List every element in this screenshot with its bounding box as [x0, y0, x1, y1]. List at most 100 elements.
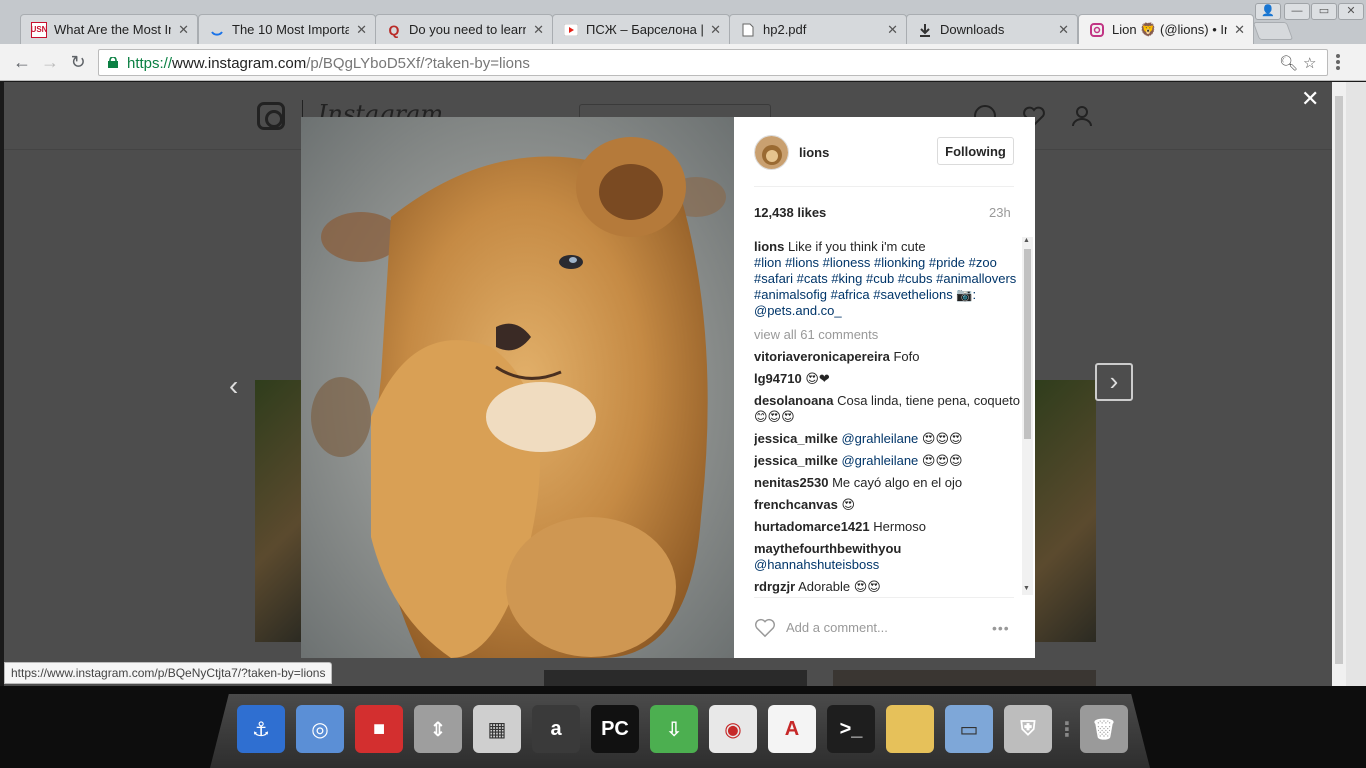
previous-post-arrow-icon[interactable]: ‹ — [229, 370, 238, 402]
scrollbar-thumb[interactable] — [1024, 249, 1031, 439]
close-tab-icon[interactable]: ✕ — [1234, 22, 1245, 38]
tab-label: ПСЖ – Барселона | — [586, 22, 703, 37]
caption-username[interactable]: lions — [754, 239, 784, 254]
comment-text: 😍😍😍 — [921, 431, 963, 446]
comment-username[interactable]: hurtadomarce1421 — [754, 519, 870, 534]
comment-mention[interactable]: @grahleilane — [841, 431, 918, 446]
tab-label: Lion 🦁 (@lions) • Inst — [1112, 21, 1227, 37]
comment-username[interactable]: jessica_milke — [754, 453, 838, 468]
tab-label: What Are the Most Im — [54, 22, 171, 37]
tab-1[interactable]: The 10 Most Importa ✕ — [198, 14, 376, 44]
url-text[interactable]: https://www.instagram.com/p/BQgLYboD5Xf/… — [127, 55, 530, 72]
lion-cub-photo — [301, 117, 734, 658]
view-all-comments-link[interactable]: view all 61 comments — [754, 327, 1020, 342]
minimize-button[interactable]: — — [1284, 3, 1310, 20]
caption: lions Like if you think i'm cute #lion #… — [754, 239, 1020, 319]
comment-item: jessica_milke @grahleilane 😍😍😍 — [754, 431, 1020, 447]
back-button[interactable]: ← — [11, 52, 33, 74]
bookmark-star-icon[interactable]: ☆ — [1303, 54, 1316, 72]
comment-username[interactable]: rdrgzjr — [754, 579, 795, 594]
close-tab-icon[interactable]: ✕ — [887, 22, 898, 38]
add-comment-input[interactable]: Add a comment... — [786, 620, 888, 635]
comment-username[interactable]: desolanoana — [754, 393, 833, 408]
anchor-app-icon[interactable]: ⚓ — [237, 705, 285, 753]
page-scrollbar-thumb[interactable] — [1335, 96, 1343, 664]
close-tab-icon[interactable]: ✕ — [1058, 22, 1069, 38]
tab-6-active[interactable]: Lion 🦁 (@lions) • Inst ✕ — [1078, 14, 1254, 44]
browser-menu-icon[interactable] — [1336, 54, 1340, 72]
tab-3[interactable]: ПСЖ – Барселона | ✕ — [552, 14, 730, 44]
post-age[interactable]: 23h — [989, 205, 1011, 220]
window-manager-icon[interactable]: ▭ — [945, 705, 993, 753]
avatar[interactable] — [754, 135, 789, 170]
comment-username[interactable]: lg94710 — [754, 371, 802, 386]
quora-favicon-icon: Q — [388, 21, 400, 38]
like-heart-icon[interactable] — [754, 618, 776, 638]
page-scrollbar[interactable] — [1332, 82, 1346, 686]
a-app-icon[interactable]: a — [532, 705, 580, 753]
close-modal-icon[interactable]: ✕ — [1301, 86, 1319, 112]
post-username[interactable]: lions — [799, 145, 829, 160]
post-photo[interactable] — [301, 117, 734, 658]
calculator-icon[interactable]: ▦ — [473, 705, 521, 753]
caption-hashtags[interactable]: #lion #lions #lioness #lionking #pride #… — [754, 255, 1020, 319]
terminal-icon[interactable]: >_ — [827, 705, 875, 753]
forward-button[interactable]: → — [39, 52, 61, 74]
separator-icon[interactable]: ⋮ — [1057, 705, 1077, 753]
instagram-logo-icon[interactable] — [257, 102, 285, 130]
post-sidebar: lions Following 12,438 likes 23h lions L… — [734, 117, 1035, 658]
comment-mention[interactable]: @hannahshuteisboss — [754, 557, 879, 572]
profile-person-icon[interactable] — [1070, 104, 1094, 128]
comment-username[interactable]: nenitas2530 — [754, 475, 828, 490]
likes-count[interactable]: 12,438 likes — [754, 205, 826, 220]
comment-username[interactable]: vitoriaveronicapereira — [754, 349, 890, 364]
lock-icon — [108, 57, 118, 68]
close-tab-icon[interactable]: ✕ — [356, 22, 367, 38]
comment-username[interactable]: maythefourthbewithyou — [754, 541, 901, 556]
zoom-icon[interactable]: 🔍︎ — [1279, 54, 1298, 72]
pdf-reader-icon[interactable]: A — [768, 705, 816, 753]
comment-item: maythefourthbewithyou @hannahshuteisboss — [754, 541, 1020, 573]
tab-0[interactable]: USN What Are the Most Im ✕ — [20, 14, 198, 44]
url-scheme: https:// — [127, 55, 173, 72]
comment-mention[interactable]: @grahleilane — [841, 453, 918, 468]
comment-text: Fofo — [893, 349, 920, 364]
comments-scrollbar[interactable]: ▲ ▼ — [1022, 237, 1033, 595]
trash-icon[interactable]: 🗑 — [1080, 705, 1128, 753]
tab-4[interactable]: hp2.pdf ✕ — [729, 14, 907, 44]
comments-list: lions Like if you think i'm cute #lion #… — [754, 239, 1020, 597]
folder-icon[interactable] — [886, 705, 934, 753]
close-tab-icon[interactable]: ✕ — [710, 22, 721, 38]
comment-username[interactable]: frenchcanvas — [754, 497, 838, 512]
shield-icon[interactable]: ⛨ — [1004, 705, 1052, 753]
next-post-arrow-icon[interactable]: › — [1095, 363, 1133, 401]
address-bar[interactable]: https://www.instagram.com/p/BQgLYboD5Xf/… — [98, 49, 1328, 76]
tab-label: Downloads — [940, 22, 1005, 37]
window-frame — [1346, 82, 1366, 686]
more-options-icon[interactable]: ••• — [992, 620, 1010, 636]
pycharm-icon[interactable]: PC — [591, 705, 639, 753]
scroll-tool-icon[interactable]: ⇕ — [414, 705, 462, 753]
download-manager-icon[interactable]: ⇩ — [650, 705, 698, 753]
close-window-button[interactable]: ✕ — [1338, 3, 1364, 20]
profile-icon[interactable]: 👤 — [1255, 3, 1281, 20]
scroll-down-icon[interactable]: ▼ — [1023, 585, 1030, 592]
blender-like-icon[interactable]: ◎ — [296, 705, 344, 753]
maximize-button[interactable]: ▭ — [1311, 3, 1337, 20]
colors-app-icon[interactable]: ■ — [355, 705, 403, 753]
close-tab-icon[interactable]: ✕ — [178, 22, 189, 38]
comment-text: 😍😍😍 — [921, 453, 963, 468]
url-host: www.instagram.com — [172, 55, 307, 72]
comment-username[interactable]: jessica_milke — [754, 431, 838, 446]
caption-text: Like if you think i'm cute — [787, 239, 926, 254]
following-button[interactable]: Following — [937, 137, 1014, 165]
tab-2[interactable]: Q Do you need to learn ✕ — [375, 14, 553, 44]
new-tab-button[interactable] — [1252, 22, 1294, 40]
reload-button[interactable]: ↻ — [67, 52, 89, 74]
scroll-up-icon[interactable]: ▲ — [1023, 237, 1030, 244]
tab-5[interactable]: Downloads ✕ — [906, 14, 1078, 44]
close-tab-icon[interactable]: ✕ — [533, 22, 544, 38]
chrome-icon[interactable]: ◉ — [709, 705, 757, 753]
comment-item: rdrgzjr Adorable 😍😍 — [754, 579, 1020, 595]
background-thumbnail — [544, 670, 807, 686]
